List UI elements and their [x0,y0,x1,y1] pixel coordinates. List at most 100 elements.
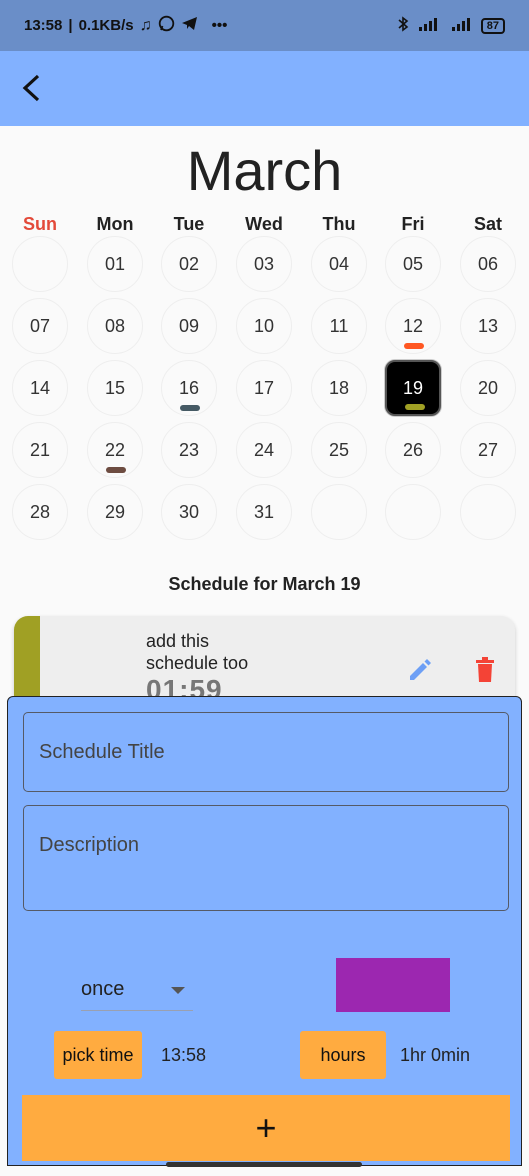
calendar-day-number: 27 [477,439,499,460]
calendar-day[interactable]: 21 [12,422,68,478]
calendar-day-number: 26 [402,439,424,460]
calendar-day[interactable]: 28 [12,484,68,540]
calendar-day[interactable]: 09 [161,298,217,354]
calendar-day-number: 29 [104,501,126,522]
status-bar: 13:58 | 0.1KB/s ♫ ••• 87 [0,0,529,51]
music-icon: ♫ [139,16,152,34]
calendar-empty-cell [460,484,516,540]
calendar-day-number: 16 [178,377,200,398]
calendar-day[interactable]: 14 [12,360,68,416]
calendar-day[interactable]: 04 [311,236,367,292]
calendar-day[interactable]: 07 [12,298,68,354]
calendar-day-number: 17 [253,377,275,398]
calendar-day-number: 30 [178,501,200,522]
hours-button[interactable]: hours [300,1031,386,1079]
calendar-day-number: 24 [253,439,275,460]
calendar-day-number: 18 [328,377,350,398]
pick-time-button[interactable]: pick time [54,1031,142,1079]
calendar-day-number: 06 [477,253,499,274]
calendar-day[interactable]: 22 [87,422,143,478]
home-indicator [166,1162,362,1167]
signal-icon-2 [451,17,473,34]
calendar-day-number: 25 [328,439,350,460]
calendar-day[interactable]: 31 [236,484,292,540]
calendar-day-number: 21 [29,439,51,460]
add-schedule-sheet: Schedule Title Description once pick tim… [7,696,522,1166]
calendar-day[interactable]: 01 [87,236,143,292]
calendar-day[interactable]: 11 [311,298,367,354]
calendar-day-number: 03 [253,253,275,274]
schedule-card-title: add this schedule too [146,631,249,673]
calendar-day[interactable]: 12 [385,298,441,354]
add-schedule-button[interactable]: + [22,1095,510,1161]
weekday-tue: Tue [173,214,205,234]
calendar-day[interactable]: 20 [460,360,516,416]
calendar-day-number: 01 [104,253,126,274]
whatsapp-icon [158,15,175,36]
trash-icon[interactable] [472,656,498,684]
calendar-empty-cell [311,484,367,540]
calendar-day[interactable]: 06 [460,236,516,292]
calendar-day[interactable]: 03 [236,236,292,292]
calendar-day[interactable]: 15 [87,360,143,416]
description-input[interactable]: Description [23,805,509,911]
weekday-sun: Sun [23,214,57,234]
calendar-day[interactable]: 10 [236,298,292,354]
calendar-empty-cell [385,484,441,540]
calendar-day[interactable]: 23 [161,422,217,478]
weekday-fri: Fri [401,214,425,234]
repeat-value: once [81,978,125,1000]
calendar-day[interactable]: 05 [385,236,441,292]
calendar-day-number: 05 [402,253,424,274]
calendar-day[interactable]: 25 [311,422,367,478]
schedule-marker [405,404,425,410]
weekday-mon: Mon [96,214,134,234]
weekday-wed: Wed [245,214,283,234]
calendar-day[interactable]: 08 [87,298,143,354]
calendar-day[interactable]: 16 [161,360,217,416]
calendar-day[interactable]: 29 [87,484,143,540]
selected-time: 13:58 [161,1045,207,1065]
calendar-day[interactable]: 30 [161,484,217,540]
calendar-day[interactable]: 27 [460,422,516,478]
schedule-heading: Schedule for March 19 [168,574,361,594]
calendar-day-number: 28 [29,501,51,522]
calendar-day-number: 14 [29,377,51,398]
calendar-day-number: 11 [329,315,349,336]
calendar-day-number: 04 [328,253,350,274]
selected-duration: 1hr 0min [400,1045,471,1065]
month-title: March [186,139,343,202]
calendar-day[interactable]: 18 [311,360,367,416]
more-icon: ••• [211,17,228,34]
calendar-empty-cell [12,236,68,292]
weekday-sat: Sat [473,214,502,234]
schedule-marker [180,405,200,411]
weekday-thu: Thu [322,214,356,234]
calendar-day-number: 15 [104,377,126,398]
schedule-title-input[interactable]: Schedule Title [23,712,509,792]
calendar-day[interactable]: 19 [385,360,441,416]
pencil-icon[interactable] [406,656,434,684]
calendar-day-number: 09 [178,315,200,336]
bluetooth-icon [398,16,409,35]
calendar-day[interactable]: 24 [236,422,292,478]
calendar-day[interactable]: 13 [460,298,516,354]
calendar-day-number: 13 [477,315,499,336]
app-bar [0,51,529,126]
calendar-day-number: 20 [477,377,499,398]
status-time: 13:58 [24,17,63,34]
calendar-day-number: 23 [178,439,200,460]
calendar-day-number: 07 [29,315,51,336]
calendar-day-number: 10 [253,315,275,336]
calendar-day[interactable]: 17 [236,360,292,416]
color-picker-swatch[interactable] [336,958,450,1012]
calendar-day[interactable]: 26 [385,422,441,478]
calendar-day-number: 12 [402,315,424,336]
repeat-dropdown[interactable]: once [81,969,193,1011]
calendar-day-number: 31 [253,501,275,522]
calendar-day-number: 08 [104,315,126,336]
back-arrow-icon[interactable] [14,71,48,105]
calendar-day[interactable]: 02 [161,236,217,292]
signal-icon [417,17,443,34]
calendar-grid: 01 02 03 04 05 06 07 08 09 10 11 12 13 14 15 16 17 18 19 20… [3,234,526,544]
